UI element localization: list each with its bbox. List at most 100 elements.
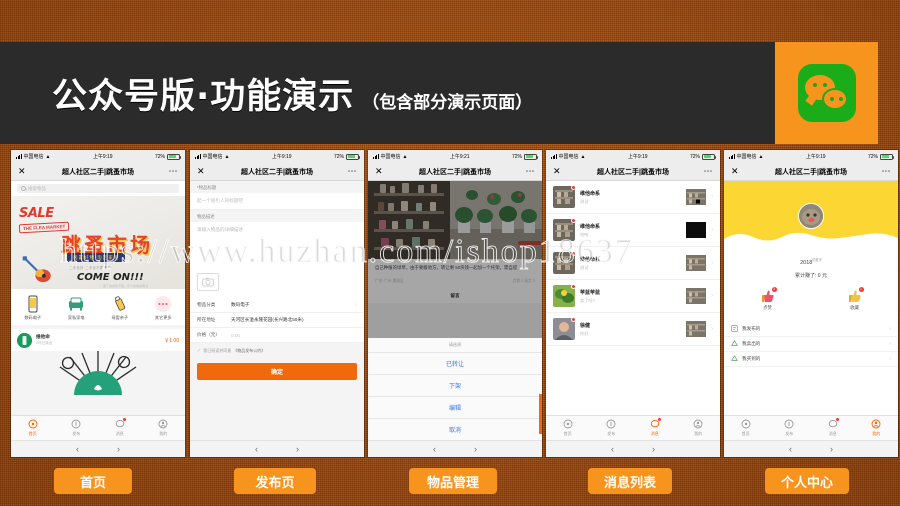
category-item-baby[interactable]: 母婴亲子: [98, 295, 142, 321]
chevron-left-icon[interactable]: ‹: [789, 444, 792, 454]
submit-button[interactable]: 确定: [197, 363, 357, 380]
close-icon[interactable]: ✕: [731, 167, 739, 176]
message-icon: [115, 418, 126, 429]
doc-icon: [731, 325, 738, 333]
nav-bar: ✕ 超人社区二手|跳蚤市场 ⋯: [724, 163, 898, 181]
check-icon[interactable]: ✓: [197, 348, 201, 354]
chevron-left-icon[interactable]: ‹: [255, 444, 258, 454]
more-dots-icon[interactable]: ⋯: [526, 167, 536, 176]
chevron-left-icon[interactable]: ‹: [76, 444, 79, 454]
phone-screen-publish: 中国电信 ▲ 上午9:19 72% ✕ 超人社区二手|跳蚤市场 ⋯ *物品标题 …: [190, 150, 364, 457]
tab-profile[interactable]: 我的: [855, 419, 899, 437]
star-icon: 1: [848, 286, 864, 303]
action-sheet-option-transferred[interactable]: 已转让: [368, 353, 542, 375]
search-bar: 搜索物品: [11, 181, 185, 196]
close-icon[interactable]: ✕: [18, 167, 26, 176]
clock-label: 上午9:19: [627, 154, 648, 160]
home-banner[interactable]: SALE THE FLEA MARKET 跳蚤市场 闲置好物 淘回家吧 二手也好…: [11, 196, 185, 289]
camera-icon[interactable]: [197, 273, 219, 291]
tab-home[interactable]: 首页: [11, 419, 55, 437]
chevron-right-icon[interactable]: ›: [296, 444, 299, 454]
signal-icon: [16, 154, 22, 159]
tab-message[interactable]: 消息: [98, 418, 142, 437]
more-dots-icon[interactable]: ⋯: [704, 167, 714, 176]
category-row[interactable]: 物品分类 数码电子 ›: [190, 298, 364, 313]
battery-pct: 72%: [333, 153, 344, 160]
carrier-label: 中国电信: [736, 154, 757, 160]
banner-subtitle: 闲置好物 淘回家吧: [67, 253, 126, 262]
tab-profile[interactable]: 我的: [142, 419, 186, 437]
action-sheet-option-delist[interactable]: 下架: [368, 375, 542, 397]
wechat-logo-icon: [797, 64, 856, 122]
wave-divider: [724, 232, 898, 244]
clock-label: 上午9:19: [271, 154, 292, 160]
agreement-link[interactable]: 《物品发布公约》: [233, 348, 265, 354]
chevron-right-icon[interactable]: ›: [652, 444, 655, 454]
photo-upload-area[interactable]: [190, 268, 364, 298]
page-title: 公众号版·功能演示: [52, 76, 355, 117]
category-item-furniture[interactable]: 家私家电: [55, 295, 99, 321]
chevron-left-icon[interactable]: ‹: [433, 444, 436, 454]
desc-textarea[interactable]: 请输入物品的详细描述: [190, 222, 364, 268]
search-icon: [21, 186, 26, 191]
phone-icon: [24, 295, 42, 313]
profile-action-favorites[interactable]: 1 收藏: [811, 286, 898, 311]
tab-message[interactable]: 消息: [633, 418, 677, 437]
chevron-right-icon[interactable]: ›: [117, 444, 120, 454]
tab-message[interactable]: 消息: [811, 418, 855, 437]
close-icon[interactable]: ✕: [197, 167, 205, 176]
price-row[interactable]: 价格（元） 0.00: [190, 328, 364, 343]
tab-profile[interactable]: 我的: [677, 419, 721, 437]
menu-item-bought[interactable]: 我买到的 ›: [724, 352, 898, 367]
search-input[interactable]: 搜索物品: [17, 184, 179, 193]
bottom-tab-bar: 首页 发布 消息 我的: [546, 415, 720, 440]
caption-home: 首页: [54, 468, 132, 494]
avatar[interactable]: [798, 203, 824, 229]
chevron-left-icon[interactable]: ‹: [611, 444, 614, 454]
tab-publish[interactable]: 发布: [590, 419, 634, 437]
bottom-tab-bar: 首页 发布 消息 我的: [724, 415, 898, 440]
close-icon[interactable]: ✕: [375, 167, 383, 176]
nav-bar: ✕ 超人社区二手|跳蚤市场 ⋯: [368, 163, 542, 181]
scroll-indicator[interactable]: [539, 394, 542, 434]
action-sheet-option-edit[interactable]: 编辑: [368, 397, 542, 419]
caption-message-list: 消息列表: [588, 468, 672, 494]
menu-item-published[interactable]: 我发布的 ›: [724, 322, 898, 337]
close-icon[interactable]: ✕: [553, 167, 561, 176]
tab-home[interactable]: 首页: [546, 419, 590, 437]
title-input[interactable]: 起一个吸引人的标题吧: [190, 193, 364, 210]
message-sender: 徐健: [580, 322, 591, 329]
clock-label: 上午9:21: [449, 154, 470, 160]
more-dots-icon[interactable]: ⋯: [169, 167, 179, 176]
wechat-web-nav: ‹ ›: [724, 440, 898, 457]
tab-home[interactable]: 首页: [724, 419, 768, 437]
message-list-item[interactable]: 苹蓝苹蓝 卖了吗? ›: [546, 280, 720, 313]
tab-publish[interactable]: 发布: [55, 419, 99, 437]
profile-action-likes[interactable]: 3 点赞: [724, 286, 811, 311]
tab-publish[interactable]: 发布: [768, 419, 812, 437]
category-item-more[interactable]: 其它更多: [142, 295, 186, 321]
more-dots-icon[interactable]: ⋯: [348, 167, 358, 176]
chevron-right-icon: ›: [711, 194, 713, 200]
profile-header-banner: [724, 181, 898, 244]
avatar: [553, 219, 575, 241]
message-list-item[interactable]: 维他命系 测试 ›: [546, 181, 720, 214]
address-row[interactable]: 所在地址 天河区长湴永隆花园(长兴路北50米): [190, 313, 364, 328]
clock-label: 上午9:19: [805, 154, 826, 160]
status-bar: 中国电信 ▲ 上午9:21 72%: [368, 150, 542, 163]
unread-badge: [571, 219, 575, 223]
category-item-digital[interactable]: 数码电子: [11, 295, 55, 321]
message-list-item[interactable]: 维他命系 测试 ›: [546, 247, 720, 280]
agreement-row[interactable]: ✓ 我已阅读并同意 《物品发布公约》: [190, 343, 364, 359]
chevron-right-icon[interactable]: ›: [474, 444, 477, 454]
product-list-item[interactable]: 维他命 2件已卖出 ￥1.00: [11, 329, 185, 351]
message-list-item[interactable]: 徐健 你好 ›: [546, 313, 720, 346]
chevron-right-icon[interactable]: ›: [830, 444, 833, 454]
message-list-item[interactable]: 维他命系 哈哈 ›: [546, 214, 720, 247]
signal-icon: [373, 154, 379, 159]
more-dots-icon[interactable]: ⋯: [882, 167, 892, 176]
menu-item-sold[interactable]: 我卖出的 ›: [724, 337, 898, 352]
unread-dot: [835, 418, 839, 422]
action-sheet-option-cancel[interactable]: 取消: [368, 419, 542, 440]
bottom-tab-bar: 首页 发布 消息 我的: [11, 415, 185, 440]
